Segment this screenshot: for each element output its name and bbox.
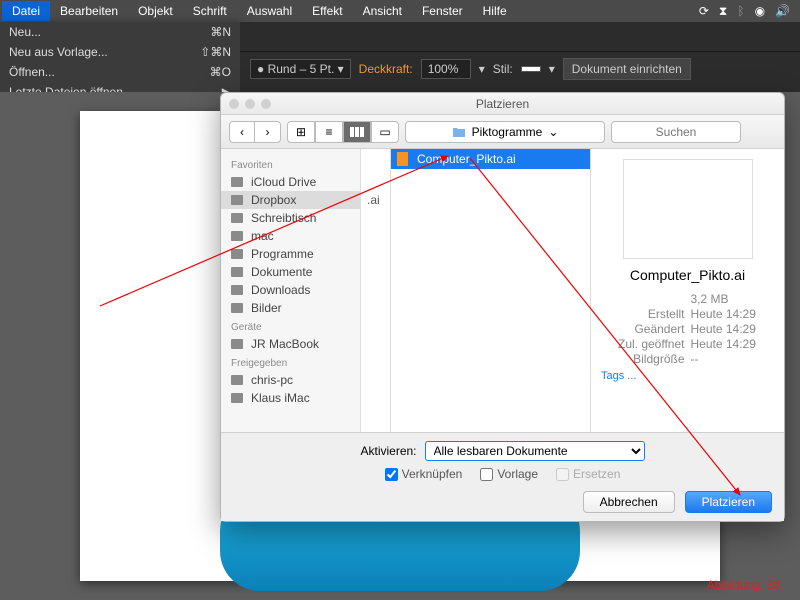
menu-auswahl[interactable]: Auswahl bbox=[237, 1, 302, 21]
cancel-button[interactable]: Abbrechen bbox=[583, 491, 675, 513]
menu-datei[interactable]: Datei bbox=[2, 1, 50, 21]
sidebar-item[interactable]: mac bbox=[221, 227, 360, 245]
bluetooth-icon: ᛒ bbox=[737, 4, 744, 19]
meta-row: ErstelltHeute 14:29 bbox=[601, 307, 774, 321]
link-checkbox[interactable]: Verknüpfen bbox=[385, 467, 463, 481]
document-setup-button[interactable]: Dokument einrichten bbox=[563, 58, 691, 80]
menu-item[interactable]: Neu aus Vorlage...⇧⌘N bbox=[0, 42, 240, 62]
sidebar-item[interactable]: chris-pc bbox=[221, 371, 360, 389]
opacity-field[interactable]: 100% bbox=[421, 59, 471, 79]
meta-row: Bildgröße-- bbox=[601, 352, 774, 366]
template-checkbox[interactable]: Vorlage bbox=[480, 467, 538, 481]
place-button[interactable]: Platzieren bbox=[685, 491, 772, 513]
view-icons-button[interactable]: ⊞ bbox=[287, 121, 315, 143]
sidebar-item[interactable]: JR MacBook bbox=[221, 335, 360, 353]
dialog-title: Platzieren bbox=[476, 97, 529, 111]
dialog-toolbar: ‹ › ⊞ ≡ ▭ Piktogramme ⌄ bbox=[221, 115, 784, 149]
file-item[interactable]: .ai bbox=[361, 189, 390, 211]
figure-caption: Abbildung: 30 bbox=[707, 578, 780, 592]
sidebar-item[interactable]: Bilder bbox=[221, 299, 360, 317]
volume-icon: 🔊 bbox=[775, 4, 790, 19]
style-label: Stil: bbox=[493, 62, 513, 76]
style-swatch[interactable] bbox=[521, 66, 541, 72]
dialog-titlebar: Platzieren bbox=[221, 93, 784, 115]
folder-icon bbox=[452, 125, 466, 139]
sidebar-heading: Freigegeben bbox=[221, 353, 360, 371]
place-dialog: Platzieren ‹ › ⊞ ≡ ▭ Piktogramme ⌄ Favor… bbox=[220, 92, 785, 522]
ai-file-icon bbox=[397, 152, 411, 166]
menu-ansicht[interactable]: Ansicht bbox=[353, 1, 412, 21]
column-2[interactable]: Computer_Pikto.ai bbox=[391, 149, 591, 432]
menu-schrift[interactable]: Schrift bbox=[183, 1, 237, 21]
sync-icon: ⟳ bbox=[699, 4, 709, 19]
nav-forward-button[interactable]: › bbox=[255, 121, 281, 143]
nav-back-button[interactable]: ‹ bbox=[229, 121, 255, 143]
activate-select[interactable]: Alle lesbaren Dokumente bbox=[425, 441, 645, 461]
menu-effekt[interactable]: Effekt bbox=[302, 1, 352, 21]
menu-hilfe[interactable]: Hilfe bbox=[473, 1, 517, 21]
sidebar-item[interactable]: Dropbox bbox=[221, 191, 360, 209]
preview-tags[interactable]: Tags ... bbox=[601, 370, 774, 382]
view-gallery-button[interactable]: ▭ bbox=[371, 121, 399, 143]
system-tray: ⟳ ⧗ ᛒ ◉ 🔊 bbox=[699, 4, 798, 19]
file-item-selected[interactable]: Computer_Pikto.ai bbox=[391, 149, 590, 169]
stroke-field[interactable]: ● Rund – 5 Pt. ▾ bbox=[250, 59, 351, 79]
meta-row: Zul. geöffnetHeute 14:29 bbox=[601, 337, 774, 351]
menu-item[interactable]: Öffnen...⌘O bbox=[0, 62, 240, 82]
view-columns-button[interactable] bbox=[343, 121, 371, 143]
sidebar-item[interactable]: Klaus iMac bbox=[221, 389, 360, 407]
menu-bearbeiten[interactable]: Bearbeiten bbox=[50, 1, 128, 21]
wifi-icon: ◉ bbox=[755, 4, 765, 19]
finder-sidebar: FavoriteniCloud DriveDropboxSchreibtisch… bbox=[221, 149, 361, 432]
dialog-footer: Aktivieren: Alle lesbaren Dokumente Verk… bbox=[221, 432, 784, 521]
column-1[interactable]: .ai bbox=[361, 149, 391, 432]
menu-fenster[interactable]: Fenster bbox=[412, 1, 473, 21]
replace-checkbox: Ersetzen bbox=[556, 467, 620, 481]
activate-label: Aktivieren: bbox=[360, 444, 416, 458]
sidebar-heading: Geräte bbox=[221, 317, 360, 335]
sidebar-item[interactable]: Schreibtisch bbox=[221, 209, 360, 227]
path-dropdown[interactable]: Piktogramme ⌄ bbox=[405, 121, 605, 143]
sidebar-item[interactable]: Programme bbox=[221, 245, 360, 263]
traffic-lights[interactable] bbox=[221, 99, 271, 109]
preview-filename: Computer_Pikto.ai bbox=[601, 267, 774, 283]
meta-row: GeändertHeute 14:29 bbox=[601, 322, 774, 336]
sidebar-item[interactable]: iCloud Drive bbox=[221, 173, 360, 191]
view-list-button[interactable]: ≡ bbox=[315, 121, 343, 143]
search-input[interactable] bbox=[611, 121, 741, 143]
sidebar-item[interactable]: Dokumente bbox=[221, 263, 360, 281]
sidebar-item[interactable]: Downloads bbox=[221, 281, 360, 299]
app-toolbar: ● Rund – 5 Pt. ▾ Deckkraft: 100%▾ Stil: … bbox=[240, 22, 800, 92]
hourglass-icon: ⧗ bbox=[719, 4, 727, 19]
preview-thumbnail bbox=[623, 159, 753, 259]
sidebar-heading: Favoriten bbox=[221, 155, 360, 173]
opacity-label: Deckkraft: bbox=[359, 62, 413, 76]
menu-objekt[interactable]: Objekt bbox=[128, 1, 183, 21]
menu-item[interactable]: Neu...⌘N bbox=[0, 22, 240, 42]
preview-pane: Computer_Pikto.ai 3,2 MB ErstelltHeute 1… bbox=[591, 149, 784, 432]
menubar: Datei Bearbeiten Objekt Schrift Auswahl … bbox=[0, 0, 800, 22]
